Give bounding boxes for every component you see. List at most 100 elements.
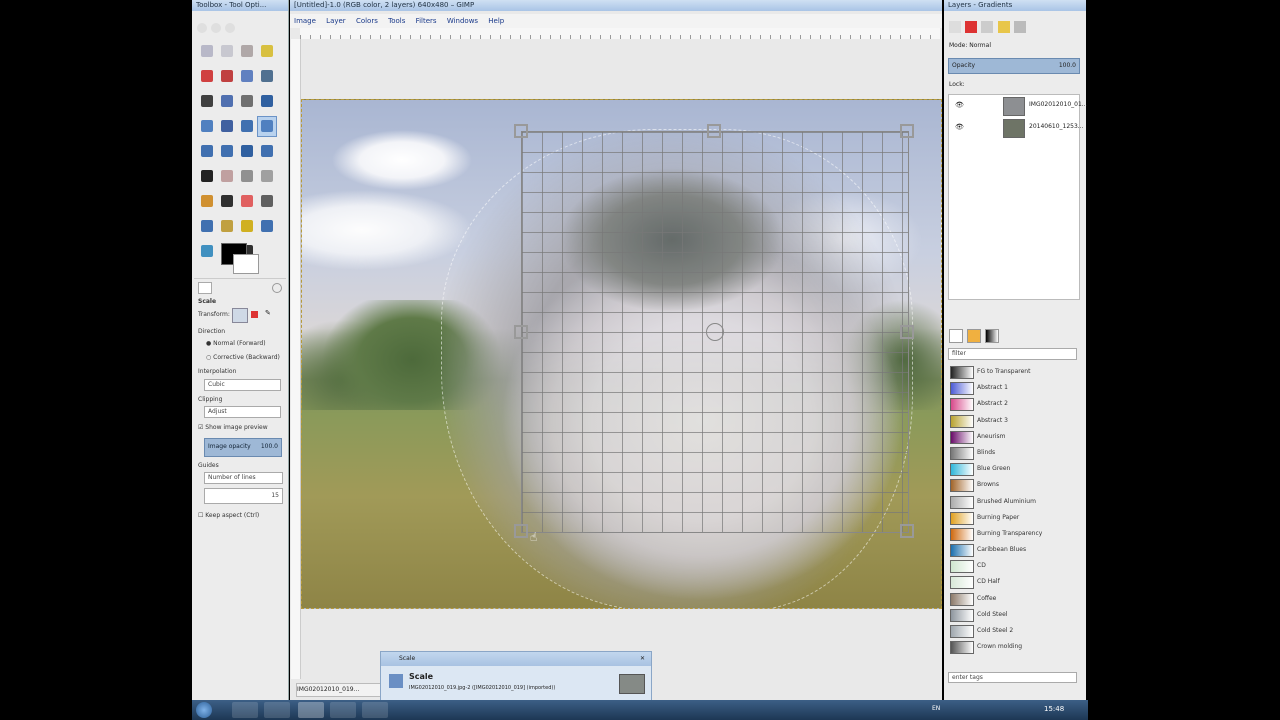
guides-select[interactable]: Number of lines xyxy=(204,472,283,484)
bucket-fill-icon[interactable] xyxy=(258,217,276,236)
gradient-item[interactable]: Burning Transparency xyxy=(948,526,1074,542)
gradient-filter-input[interactable]: filter xyxy=(948,348,1077,360)
transform-path-icon[interactable]: ✎ xyxy=(265,309,275,319)
move-icon[interactable] xyxy=(258,92,276,111)
gradient-item[interactable]: Cold Steel 2 xyxy=(948,623,1074,639)
gradient-item[interactable]: Burning Paper xyxy=(948,510,1074,526)
paintbrush-icon[interactable] xyxy=(218,192,236,211)
menu-layer[interactable]: Layer xyxy=(326,14,346,28)
gradient-item[interactable]: Blinds xyxy=(948,445,1074,461)
close-icon[interactable]: ✕ xyxy=(640,652,645,666)
align-icon[interactable] xyxy=(198,117,216,136)
pencil-icon[interactable] xyxy=(198,192,216,211)
menu-colors[interactable]: Colors xyxy=(356,14,378,28)
keep-aspect-checkbox[interactable]: ☐ Keep aspect (Ctrl) xyxy=(198,512,259,519)
menu-windows[interactable]: Windows xyxy=(447,14,478,28)
color-picker-icon[interactable] xyxy=(198,92,216,111)
cage-icon[interactable] xyxy=(258,142,276,161)
taskbar-app-4[interactable] xyxy=(330,702,356,718)
gradient-item[interactable]: Browns xyxy=(948,477,1074,493)
layer-row[interactable]: 👁 IMG02012010_01... xyxy=(949,95,1088,117)
layers-tab[interactable] xyxy=(949,21,961,33)
measure-icon[interactable] xyxy=(238,92,256,111)
image-opacity-slider[interactable]: Image opacity 100.0 xyxy=(204,438,282,457)
scale-center-handle[interactable] xyxy=(706,323,724,341)
paths-icon[interactable] xyxy=(258,67,276,86)
interpolation-select[interactable]: Cubic xyxy=(204,379,281,391)
menu-image[interactable]: Image xyxy=(294,14,316,28)
scale-handle-top-left[interactable] xyxy=(514,124,528,138)
smudge-icon[interactable] xyxy=(218,217,236,236)
lines-count-field[interactable]: 15 xyxy=(204,488,283,504)
ellipse-select-icon[interactable] xyxy=(218,42,236,61)
gradient-item[interactable]: Abstract 3 xyxy=(948,413,1074,429)
direction-normal-radio[interactable]: ● Normal (Forward) xyxy=(206,340,266,347)
taskbar-clock[interactable]: 15:48 xyxy=(1044,705,1064,713)
free-select-icon[interactable] xyxy=(238,42,256,61)
scale-handle-bottom-left[interactable] xyxy=(514,524,528,538)
eraser-icon[interactable] xyxy=(238,192,256,211)
eye-icon[interactable]: 👁 xyxy=(955,123,964,131)
taskbar-app-1[interactable] xyxy=(232,702,258,718)
gradient-item[interactable]: Abstract 1 xyxy=(948,380,1074,396)
language-indicator[interactable]: EN xyxy=(932,705,940,712)
background-color-swatch[interactable] xyxy=(233,254,259,274)
channels-tab[interactable] xyxy=(965,21,978,33)
scale-handle-top-right[interactable] xyxy=(900,124,914,138)
fuzzy-select-icon[interactable] xyxy=(258,42,276,61)
text-icon[interactable] xyxy=(198,167,216,186)
transform-layer-button[interactable] xyxy=(232,308,248,323)
rect-select-icon[interactable] xyxy=(198,42,216,61)
gradient-item[interactable]: FG to Transparent xyxy=(948,364,1074,380)
blend-icon[interactable] xyxy=(198,242,216,261)
layer-row[interactable]: 👁 20140610_1253... xyxy=(949,117,1084,139)
undo-tab[interactable] xyxy=(997,21,1010,33)
flip-icon[interactable] xyxy=(238,142,256,161)
gradient-item[interactable]: Brushed Aluminium xyxy=(948,494,1074,510)
palettes-tab[interactable] xyxy=(985,329,1000,343)
zoom-icon[interactable] xyxy=(218,92,236,111)
scissors-icon[interactable] xyxy=(218,67,236,86)
layer-mode[interactable]: Mode: Normal xyxy=(949,42,991,49)
gradient-item[interactable]: CD xyxy=(948,558,1074,574)
gradient-item[interactable]: Cold Steel xyxy=(948,607,1074,623)
ink-icon[interactable] xyxy=(198,217,216,236)
gradients-tab[interactable] xyxy=(967,329,982,343)
status-layer-select[interactable]: IMG02012010_019... xyxy=(296,683,384,697)
scale-icon[interactable] xyxy=(257,116,277,137)
gradient-item[interactable]: Crown molding xyxy=(948,639,1074,655)
paths-tab[interactable] xyxy=(981,21,994,33)
show-preview-checkbox[interactable]: ☑ Show image preview xyxy=(198,424,268,431)
patterns-tab[interactable] xyxy=(949,329,963,343)
gradient-item[interactable]: CD Half xyxy=(948,574,1074,590)
airbrush-icon[interactable] xyxy=(258,192,276,211)
clone-icon[interactable] xyxy=(238,167,256,186)
foreground-select-icon[interactable] xyxy=(238,67,256,86)
start-button[interactable] xyxy=(196,702,212,718)
scale-handle-left[interactable] xyxy=(514,325,528,339)
gradient-item[interactable]: Coffee xyxy=(948,591,1074,607)
gradient-item[interactable]: Aneurism xyxy=(948,429,1074,445)
heal-icon[interactable] xyxy=(218,167,236,186)
dodge-icon[interactable] xyxy=(238,217,256,236)
layer-opacity-slider[interactable]: Opacity 100.0 xyxy=(948,58,1080,74)
taskbar-app-5[interactable] xyxy=(362,702,388,718)
clipping-select[interactable]: Adjust xyxy=(204,406,281,418)
scale-handle-bottom-right[interactable] xyxy=(900,524,914,538)
gradient-item[interactable]: Blue Green xyxy=(948,461,1074,477)
gradient-tag-input[interactable]: enter tags xyxy=(948,672,1077,683)
rotate-icon[interactable] xyxy=(238,117,256,136)
crop-icon[interactable] xyxy=(218,117,236,136)
menu-filters[interactable]: Filters xyxy=(416,14,437,28)
scale-handle-right[interactable] xyxy=(900,325,914,339)
taskbar-app-gimp[interactable] xyxy=(298,702,324,718)
perspective-icon[interactable] xyxy=(218,142,236,161)
gradient-item[interactable]: Caribbean Blues xyxy=(948,542,1074,558)
config-icon[interactable] xyxy=(272,283,282,293)
tool-options-tab[interactable] xyxy=(198,282,212,294)
transform-selection-button[interactable] xyxy=(251,311,258,318)
menu-tools[interactable]: Tools xyxy=(388,14,405,28)
menu-help[interactable]: Help xyxy=(488,14,504,28)
blur-icon[interactable] xyxy=(258,167,276,186)
direction-corrective-radio[interactable]: ○ Corrective (Backward) xyxy=(206,354,280,361)
